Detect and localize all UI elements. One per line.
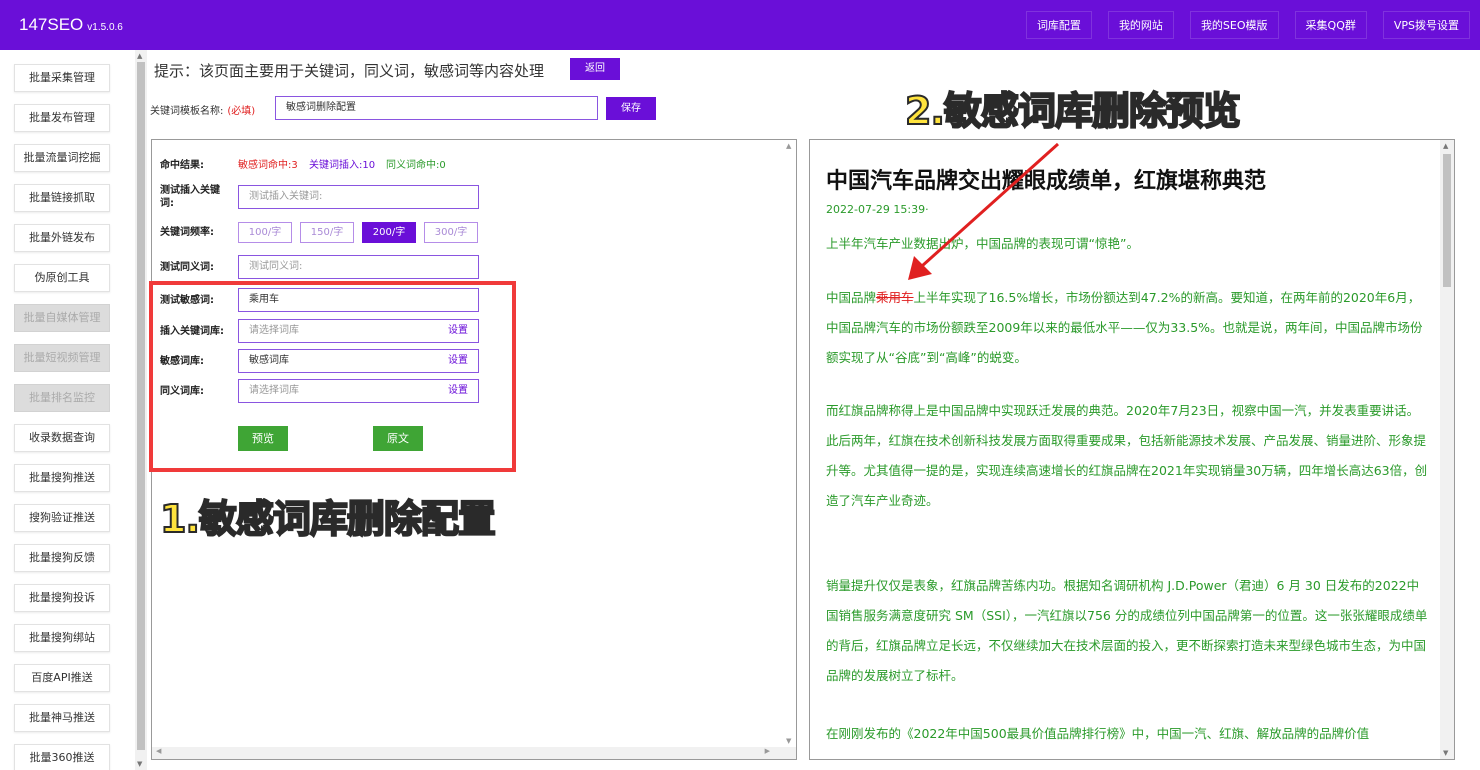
article-paragraph-2: 中国品牌乘用车上半年实现了16.5%增长，市场份额达到47.2%的新高。要知道，… [826, 283, 1428, 373]
app-version: v1.5.0.6 [87, 22, 123, 33]
highlight-box [149, 281, 516, 472]
scroll-up-icon[interactable]: ▲ [137, 52, 142, 60]
article-paragraph-3: 而红旗品牌称得上是中国品牌中实现跃迁发展的典范。2020年7月23日，视察中国一… [826, 403, 1428, 508]
preview-panel: 中国汽车品牌交出耀眼成绩单，红旗堪称典范 2022-07-29 15:39· 上… [809, 139, 1455, 760]
article-paragraph-4: 销量提升仅仅是表象，红旗品牌苦练内功。根据知名调研机构 J.D.Power（君迪… [826, 578, 1428, 683]
paragraph-2-start: 中国品牌 [826, 290, 877, 305]
annotation-label-preview: 2.敏感词库删除预览 [904, 88, 1242, 134]
article-title: 中国汽车品牌交出耀眼成绩单，红旗堪称典范 [826, 169, 1267, 194]
sidebar-item-sogou-complaint[interactable]: 批量搜狗投诉 [14, 584, 110, 612]
template-name-text: 关键词模板名称: [150, 106, 224, 117]
nav-vps-dial-settings[interactable]: VPS拨号设置 [1382, 11, 1470, 39]
article-paragraph-1: 上半年汽车产业数据出炉，中国品牌的表现可谓“惊艳”。 [826, 236, 1139, 251]
sidebar-item-pseudo-original[interactable]: 伪原创工具 [14, 264, 110, 292]
sidebar-item-sogou-verify-push[interactable]: 搜狗验证推送 [14, 504, 110, 532]
sidebar-item-backlink-publish[interactable]: 批量外链发布 [14, 224, 110, 252]
scrollbar-thumb[interactable] [137, 62, 145, 750]
sidebar-item-batch-publish[interactable]: 批量发布管理 [14, 104, 110, 132]
back-button[interactable]: 返回 [570, 58, 620, 80]
insert-keyword-input[interactable]: 测试插入关键词: [238, 185, 479, 209]
sidebar-item-sogou-push[interactable]: 批量搜狗推送 [14, 464, 110, 492]
sidebar-item-self-media: 批量自媒体管理 [14, 304, 110, 332]
config-panel-hscroll[interactable]: ◀ ▶ [152, 747, 796, 759]
scroll-up-icon[interactable]: ▲ [1443, 142, 1448, 150]
hit-result-label: 命中结果: [160, 160, 204, 171]
sidebar: 批量采集管理 批量发布管理 批量流量词挖掘 批量链接抓取 批量外链发布 伪原创工… [0, 50, 135, 770]
freq-option-150[interactable]: 150/字 [300, 222, 354, 243]
sidebar-item-sogou-feedback[interactable]: 批量搜狗反馈 [14, 544, 110, 572]
required-mark: (必填) [227, 106, 256, 117]
config-panel-vscroll[interactable]: ▲ ▼ [784, 140, 796, 759]
scroll-down-icon[interactable]: ▼ [137, 760, 142, 768]
template-name-label: 关键词模板名称: (必填) [150, 102, 255, 117]
sidebar-item-batch-collect[interactable]: 批量采集管理 [14, 64, 110, 92]
annotation-label-config: 1.敏感词库删除配置 [159, 496, 497, 542]
test-synonym-input[interactable]: 测试同义词: [238, 255, 479, 279]
scroll-up-icon[interactable]: ▲ [786, 142, 791, 150]
hit-sensitive-count: 敏感词命中:3 [238, 160, 298, 171]
app-name: 147SEO [19, 15, 84, 34]
freq-option-300[interactable]: 300/字 [424, 222, 478, 243]
nav-qq-group[interactable]: 采集QQ群 [1294, 11, 1367, 39]
sidebar-item-baidu-api-push[interactable]: 百度API推送 [14, 664, 110, 692]
scrollbar-thumb[interactable] [1443, 154, 1451, 287]
sidebar-item-traffic-keywords[interactable]: 批量流量词挖掘 [14, 144, 110, 172]
top-nav: 词库配置 我的网站 我的SEO模版 采集QQ群 VPS拨号设置 [1010, 11, 1470, 39]
sidebar-item-index-query[interactable]: 收录数据查询 [14, 424, 110, 452]
scroll-down-icon[interactable]: ▼ [786, 737, 791, 745]
sensitive-word-hit: 乘用车 [876, 290, 914, 305]
sidebar-item-shenma-push[interactable]: 批量神马推送 [14, 704, 110, 732]
preview-panel-vscroll[interactable]: ▲ ▼ [1440, 140, 1454, 759]
template-name-input[interactable]: 敏感词删除配置 [275, 96, 598, 120]
save-button[interactable]: 保存 [606, 97, 656, 120]
hit-synonym-count: 同义词命中:0 [386, 160, 446, 171]
article-paragraph-5: 在刚刚发布的《2022年中国500最具价值品牌排行榜》中，中国一汽、红旗、解放品… [826, 726, 1370, 741]
nav-my-seo-templates[interactable]: 我的SEO模版 [1189, 11, 1279, 39]
sidebar-item-short-video: 批量短视频管理 [14, 344, 110, 372]
scroll-right-icon[interactable]: ▶ [765, 747, 770, 755]
hit-keyword-count: 关键词插入:10 [309, 160, 376, 171]
scroll-down-icon[interactable]: ▼ [1443, 749, 1448, 757]
top-bar: 147SEO v1.5.0.6 词库配置 我的网站 我的SEO模版 采集QQ群 V… [0, 0, 1480, 50]
article-date: 2022-07-29 15:39· [826, 203, 929, 216]
keyword-frequency-label: 关键词频率: [160, 227, 214, 238]
freq-option-200[interactable]: 200/字 [362, 222, 416, 243]
insert-keyword-label: 测试插入关键词: [160, 185, 220, 209]
test-synonym-label: 测试同义词: [160, 262, 214, 273]
freq-option-100[interactable]: 100/字 [238, 222, 292, 243]
sidebar-item-360-push[interactable]: 批量360推送 [14, 744, 110, 770]
sidebar-item-rank-monitor: 批量排名监控 [14, 384, 110, 412]
sidebar-item-sogou-bind[interactable]: 批量搜狗绑站 [14, 624, 110, 652]
sidebar-scrollbar[interactable]: ▲ ▼ [135, 50, 147, 770]
app-brand: 147SEO v1.5.0.6 [19, 15, 123, 35]
page-hint: 提示：该页面主要用于关键词，同义词，敏感词等内容处理 [154, 62, 545, 80]
paragraph-2-rest: 上半年实现了16.5%增长，市场份额达到47.2%的新高。要知道，在两年前的20… [826, 290, 1423, 365]
scroll-left-icon[interactable]: ◀ [156, 747, 161, 755]
nav-lexicon-config[interactable]: 词库配置 [1025, 11, 1092, 39]
nav-my-sites[interactable]: 我的网站 [1107, 11, 1174, 39]
sidebar-item-link-crawl[interactable]: 批量链接抓取 [14, 184, 110, 212]
